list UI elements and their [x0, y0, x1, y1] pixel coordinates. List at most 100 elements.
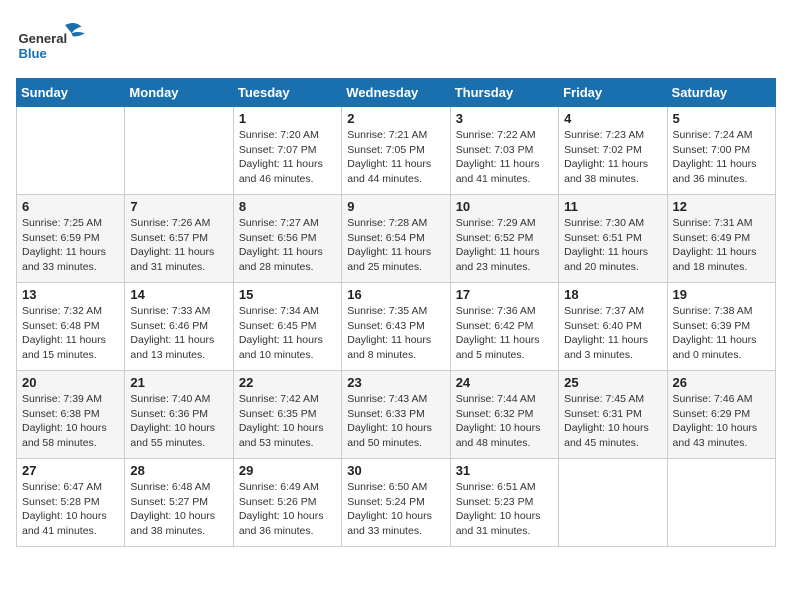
- calendar-cell: 3Sunrise: 7:22 AM Sunset: 7:03 PM Daylig…: [450, 107, 558, 195]
- calendar-cell: 20 Sunrise: 7:39 AM Sunset: 6:38 PM Dayli…: [17, 371, 125, 459]
- day-number: 22: [239, 375, 336, 390]
- day-detail: Sunrise: 7:24 AM Sunset: 7:00 PM Dayligh…: [673, 128, 770, 187]
- day-number: 15: [239, 287, 336, 302]
- svg-text:General: General: [18, 31, 67, 46]
- day-number: 24: [456, 375, 553, 390]
- day-detail: Sunrise: 7:42 AM Sunset: 6:35 PM Dayligh…: [239, 392, 336, 451]
- calendar-cell: 14 Sunrise: 7:33 AM Sunset: 6:46 PM Dayli…: [125, 283, 233, 371]
- calendar-cell: 19 Sunrise: 7:38 AM Sunset: 6:39 PM Dayli…: [667, 283, 775, 371]
- calendar-cell: 21Sunrise: 7:40 AM Sunset: 6:36 PM Dayli…: [125, 371, 233, 459]
- calendar-cell: 2 Sunrise: 7:21 AM Sunset: 7:05 PM Daylig…: [342, 107, 450, 195]
- calendar-cell: 15 Sunrise: 7:34 AM Sunset: 6:45 PM Dayli…: [233, 283, 341, 371]
- weekday-header-sunday: Sunday: [17, 79, 125, 107]
- day-number: 19: [673, 287, 770, 302]
- day-detail: Sunrise: 7:39 AM Sunset: 6:38 PM Dayligh…: [22, 392, 119, 451]
- calendar-cell: [559, 459, 667, 547]
- day-number: 10: [456, 199, 553, 214]
- day-number: 1: [239, 111, 336, 126]
- calendar-cell: [17, 107, 125, 195]
- day-detail: Sunrise: 6:47 AM Sunset: 5:28 PM Dayligh…: [22, 480, 119, 539]
- day-number: 2: [347, 111, 444, 126]
- day-number: 7: [130, 199, 227, 214]
- calendar-cell: 23 Sunrise: 7:43 AM Sunset: 6:33 PM Dayli…: [342, 371, 450, 459]
- day-number: 23: [347, 375, 444, 390]
- weekday-header-friday: Friday: [559, 79, 667, 107]
- calendar-cell: 8 Sunrise: 7:27 AM Sunset: 6:56 PM Daylig…: [233, 195, 341, 283]
- day-number: 28: [130, 463, 227, 478]
- day-number: 11: [564, 199, 661, 214]
- calendar-cell: 26 Sunrise: 7:46 AM Sunset: 6:29 PM Dayli…: [667, 371, 775, 459]
- day-number: 29: [239, 463, 336, 478]
- day-detail: Sunrise: 7:26 AM Sunset: 6:57 PM Dayligh…: [130, 216, 227, 275]
- calendar-cell: 29Sunrise: 6:49 AM Sunset: 5:26 PM Dayli…: [233, 459, 341, 547]
- day-number: 4: [564, 111, 661, 126]
- day-number: 8: [239, 199, 336, 214]
- calendar-cell: 4 Sunrise: 7:23 AM Sunset: 7:02 PM Daylig…: [559, 107, 667, 195]
- calendar-cell: [667, 459, 775, 547]
- day-detail: Sunrise: 6:51 AM Sunset: 5:23 PM Dayligh…: [456, 480, 553, 539]
- day-detail: Sunrise: 7:20 AM Sunset: 7:07 PM Dayligh…: [239, 128, 336, 187]
- calendar-cell: 1 Sunrise: 7:20 AM Sunset: 7:07 PM Daylig…: [233, 107, 341, 195]
- day-detail: Sunrise: 7:33 AM Sunset: 6:46 PM Dayligh…: [130, 304, 227, 363]
- day-number: 9: [347, 199, 444, 214]
- day-detail: Sunrise: 7:32 AM Sunset: 6:48 PM Dayligh…: [22, 304, 119, 363]
- calendar-cell: 10 Sunrise: 7:29 AM Sunset: 6:52 PM Dayli…: [450, 195, 558, 283]
- calendar-cell: 6 Sunrise: 7:25 AM Sunset: 6:59 PM Daylig…: [17, 195, 125, 283]
- day-number: 16: [347, 287, 444, 302]
- day-number: 30: [347, 463, 444, 478]
- day-number: 5: [673, 111, 770, 126]
- calendar-cell: 16 Sunrise: 7:35 AM Sunset: 6:43 PM Dayli…: [342, 283, 450, 371]
- calendar-cell: 18Sunrise: 7:37 AM Sunset: 6:40 PM Dayli…: [559, 283, 667, 371]
- calendar-cell: 27 Sunrise: 6:47 AM Sunset: 5:28 PM Dayli…: [17, 459, 125, 547]
- weekday-header-wednesday: Wednesday: [342, 79, 450, 107]
- day-number: 27: [22, 463, 119, 478]
- calendar-table: SundayMondayTuesdayWednesdayThursdayFrid…: [16, 78, 776, 547]
- calendar-cell: 12 Sunrise: 7:31 AM Sunset: 6:49 PM Dayli…: [667, 195, 775, 283]
- svg-text:Blue: Blue: [18, 46, 46, 61]
- day-detail: Sunrise: 7:31 AM Sunset: 6:49 PM Dayligh…: [673, 216, 770, 275]
- calendar-cell: 11 Sunrise: 7:30 AM Sunset: 6:51 PM Dayli…: [559, 195, 667, 283]
- weekday-header-monday: Monday: [125, 79, 233, 107]
- day-number: 26: [673, 375, 770, 390]
- calendar-cell: [125, 107, 233, 195]
- day-detail: Sunrise: 7:38 AM Sunset: 6:39 PM Dayligh…: [673, 304, 770, 363]
- logo: General Blue: [16, 16, 106, 66]
- calendar-cell: 30 Sunrise: 6:50 AM Sunset: 5:24 PM Dayli…: [342, 459, 450, 547]
- weekday-header-thursday: Thursday: [450, 79, 558, 107]
- day-detail: Sunrise: 7:30 AM Sunset: 6:51 PM Dayligh…: [564, 216, 661, 275]
- day-detail: Sunrise: 7:44 AM Sunset: 6:32 PM Dayligh…: [456, 392, 553, 451]
- day-detail: Sunrise: 7:25 AM Sunset: 6:59 PM Dayligh…: [22, 216, 119, 275]
- day-number: 12: [673, 199, 770, 214]
- calendar-cell: 5 Sunrise: 7:24 AM Sunset: 7:00 PM Daylig…: [667, 107, 775, 195]
- day-detail: Sunrise: 7:43 AM Sunset: 6:33 PM Dayligh…: [347, 392, 444, 451]
- calendar-cell: 25 Sunrise: 7:45 AM Sunset: 6:31 PM Dayli…: [559, 371, 667, 459]
- day-detail: Sunrise: 7:46 AM Sunset: 6:29 PM Dayligh…: [673, 392, 770, 451]
- day-number: 20: [22, 375, 119, 390]
- day-number: 18: [564, 287, 661, 302]
- day-detail: Sunrise: 7:23 AM Sunset: 7:02 PM Dayligh…: [564, 128, 661, 187]
- day-number: 31: [456, 463, 553, 478]
- calendar-cell: 28 Sunrise: 6:48 AM Sunset: 5:27 PM Dayli…: [125, 459, 233, 547]
- logo-svg: General Blue: [16, 16, 106, 66]
- weekday-header-tuesday: Tuesday: [233, 79, 341, 107]
- day-detail: Sunrise: 7:28 AM Sunset: 6:54 PM Dayligh…: [347, 216, 444, 275]
- day-number: 13: [22, 287, 119, 302]
- day-detail: Sunrise: 7:29 AM Sunset: 6:52 PM Dayligh…: [456, 216, 553, 275]
- day-detail: Sunrise: 7:34 AM Sunset: 6:45 PM Dayligh…: [239, 304, 336, 363]
- day-number: 6: [22, 199, 119, 214]
- day-number: 14: [130, 287, 227, 302]
- day-detail: Sunrise: 7:45 AM Sunset: 6:31 PM Dayligh…: [564, 392, 661, 451]
- day-detail: Sunrise: 6:50 AM Sunset: 5:24 PM Dayligh…: [347, 480, 444, 539]
- calendar-cell: 13 Sunrise: 7:32 AM Sunset: 6:48 PM Dayli…: [17, 283, 125, 371]
- day-number: 25: [564, 375, 661, 390]
- day-detail: Sunrise: 7:27 AM Sunset: 6:56 PM Dayligh…: [239, 216, 336, 275]
- calendar-cell: 31 Sunrise: 6:51 AM Sunset: 5:23 PM Dayli…: [450, 459, 558, 547]
- page-header: General Blue: [16, 16, 776, 66]
- day-detail: Sunrise: 7:21 AM Sunset: 7:05 PM Dayligh…: [347, 128, 444, 187]
- calendar-cell: 9 Sunrise: 7:28 AM Sunset: 6:54 PM Daylig…: [342, 195, 450, 283]
- day-detail: Sunrise: 6:48 AM Sunset: 5:27 PM Dayligh…: [130, 480, 227, 539]
- calendar-cell: 7 Sunrise: 7:26 AM Sunset: 6:57 PM Daylig…: [125, 195, 233, 283]
- day-detail: Sunrise: 7:35 AM Sunset: 6:43 PM Dayligh…: [347, 304, 444, 363]
- calendar-cell: 17Sunrise: 7:36 AM Sunset: 6:42 PM Dayli…: [450, 283, 558, 371]
- day-detail: Sunrise: 7:22 AM Sunset: 7:03 PM Dayligh…: [456, 128, 553, 187]
